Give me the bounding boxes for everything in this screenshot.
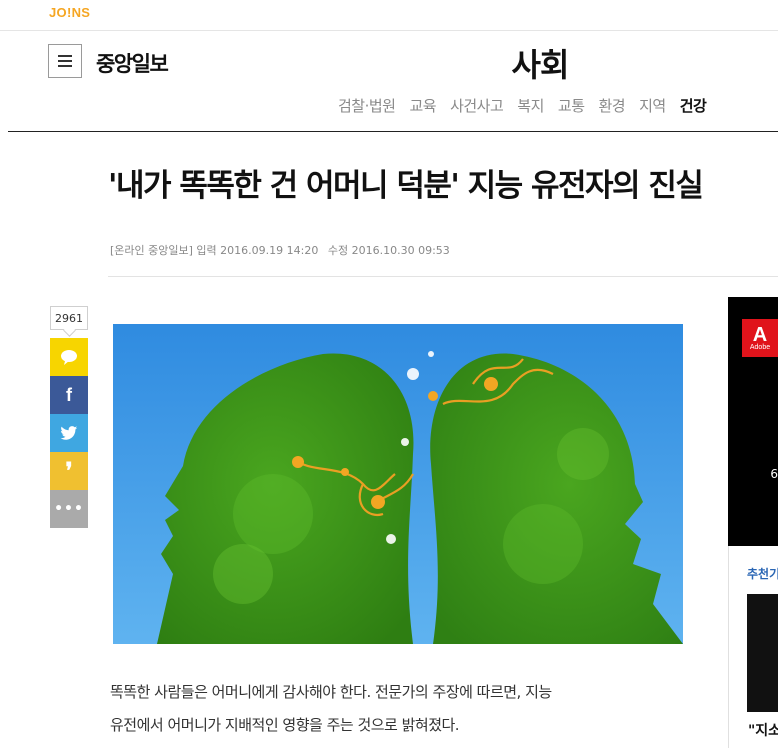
site-logo[interactable]: 중앙일보 [96, 48, 169, 78]
twitter-share-button[interactable] [50, 414, 88, 452]
subnav-item-incidents[interactable]: 사건사고 [450, 95, 504, 116]
facebook-icon: f [66, 384, 72, 405]
article-paragraph: 유전에서 어머니가 지배적인 영향을 주는 것으로 밝혀졌다. [110, 716, 460, 734]
ad-partial-text: 6 [770, 467, 778, 481]
sidebar-divider [728, 546, 729, 748]
recommended-thumbnail[interactable] [747, 594, 778, 712]
twin-profile-fractal-illustration [113, 324, 683, 644]
modified-label: 수정 [327, 244, 349, 257]
top-bar: JO!NS [0, 0, 778, 31]
speech-bubble-icon [61, 350, 77, 365]
input-time: 2016.09.19 14:20 [220, 244, 319, 257]
subnav-item-traffic[interactable]: 교통 [558, 95, 585, 116]
share-count: 2961 [50, 306, 88, 330]
facebook-share-button[interactable]: f [50, 376, 88, 414]
subnav-item-environment[interactable]: 환경 [599, 95, 626, 116]
adobe-wordmark: Adobe [749, 343, 771, 351]
article-source: [온라인 중앙일보] [110, 244, 193, 257]
hamburger-icon-line [58, 60, 72, 62]
adobe-logo: A Adobe [742, 319, 778, 357]
article-hero-image [113, 324, 683, 644]
hamburger-icon-line [58, 65, 72, 67]
input-label: 입력 [196, 244, 217, 257]
subnav-item-prosecution[interactable]: 검찰·법원 [338, 95, 396, 116]
article-body: 똑똑한 사람들은 어머니에게 감사해야 한다. 전문가의 주장에 따르면, 지능… [110, 676, 670, 742]
more-icon: ••• [54, 501, 84, 517]
byline-divider [108, 276, 778, 277]
recommended-label: 추천기 [747, 567, 778, 581]
joins-logo[interactable]: JO!NS [49, 5, 90, 20]
article-byline: [온라인 중앙일보] 입력 2016.09.19 14:20 수정 2016.1… [110, 242, 450, 258]
subnav-item-region[interactable]: 지역 [639, 95, 666, 116]
twitter-bird-icon [60, 425, 78, 440]
subnav-item-health[interactable]: 건강 [680, 95, 707, 116]
modified-time: 2016.10.30 09:53 [351, 244, 450, 257]
quote-icon: ❜ [65, 458, 73, 484]
hamburger-icon-line [58, 55, 72, 57]
quote-share-button[interactable]: ❜ [50, 452, 88, 490]
header-divider [8, 131, 778, 132]
more-share-button[interactable]: ••• [50, 490, 88, 528]
sub-navigation: 검찰·법원 교육 사건사고 복지 교통 환경 지역 건강 [338, 95, 707, 116]
sidebar-advertisement[interactable]: A Adobe 6 [728, 297, 778, 546]
share-bar: 2961 f ❜ ••• [50, 306, 88, 528]
article-headline: '내가 똑똑한 건 어머니 덕분' 지능 유전자의 진실 [108, 168, 704, 204]
subnav-item-education[interactable]: 교육 [409, 95, 436, 116]
article-paragraph: 똑똑한 사람들은 어머니에게 감사해야 한다. 전문가의 주장에 따르면, 지능 [110, 683, 552, 701]
kakao-story-share-button[interactable] [50, 338, 88, 376]
section-title[interactable]: 사회 [470, 40, 610, 86]
menu-button[interactable] [48, 44, 82, 78]
subnav-item-welfare[interactable]: 복지 [517, 95, 544, 116]
recommended-headline[interactable]: "지소 [748, 720, 778, 740]
adobe-mark: A [752, 323, 768, 346]
